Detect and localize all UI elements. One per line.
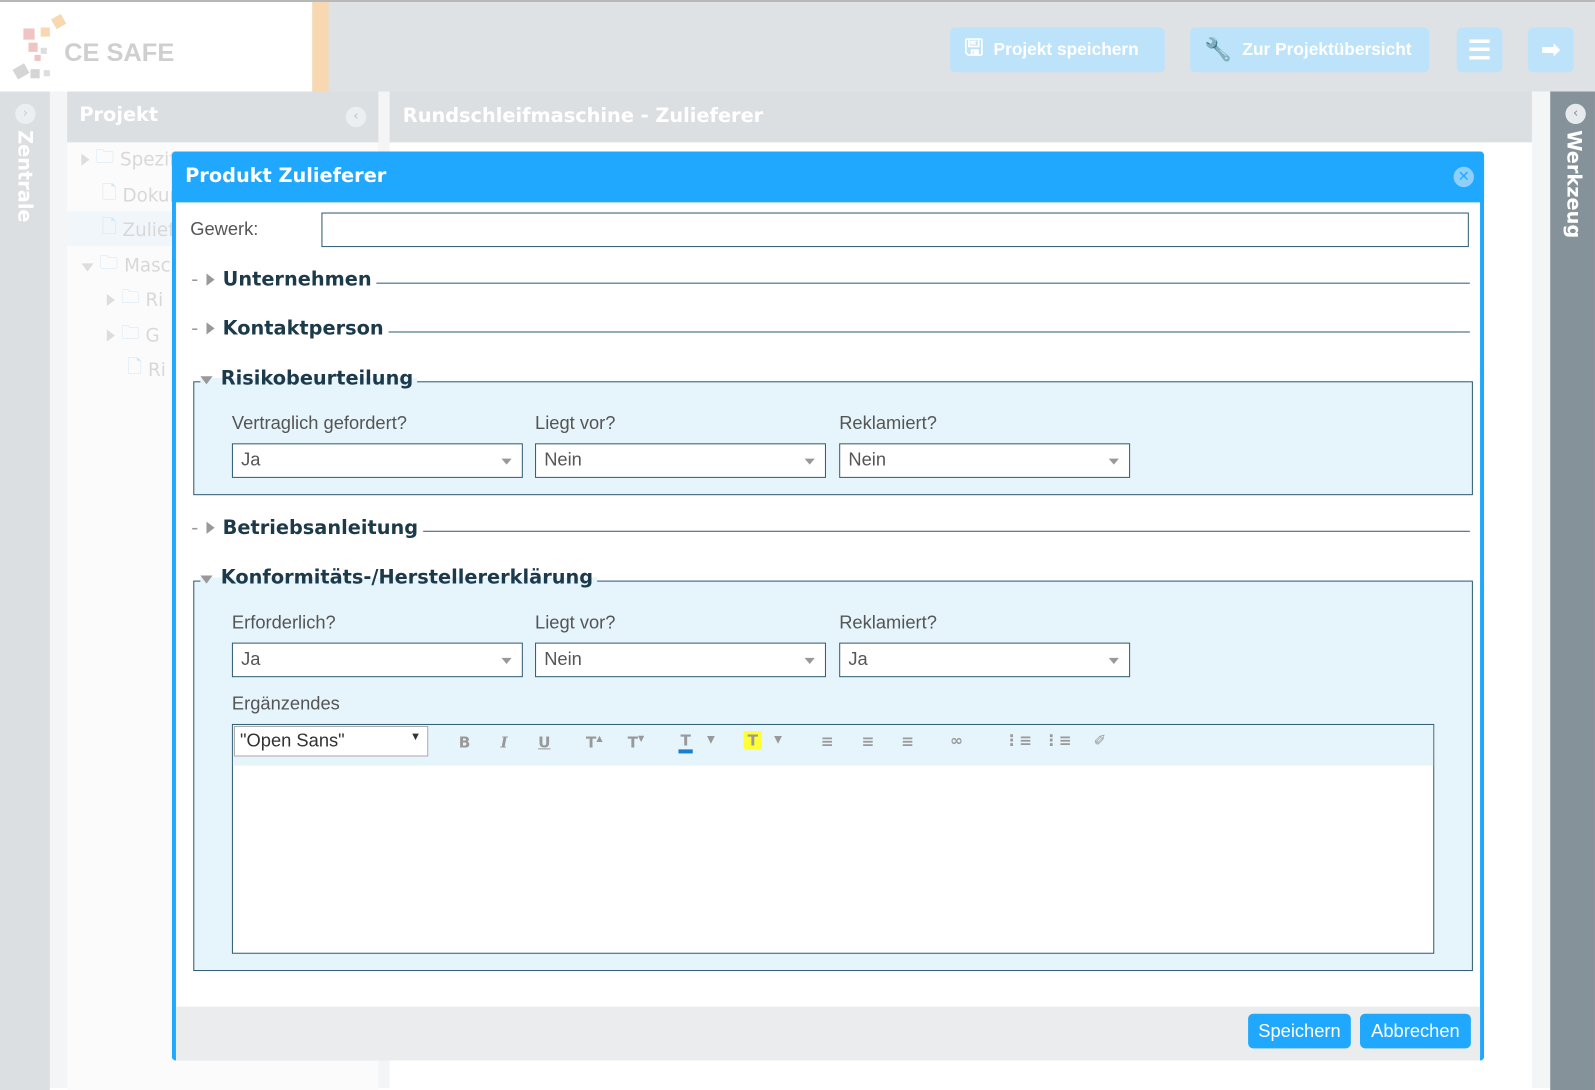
font-family-select[interactable]: "Open Sans" ▼ [233, 725, 429, 757]
editor-content[interactable] [233, 766, 1433, 953]
hamburger-icon: ☰ [1467, 34, 1492, 65]
superscript-icon[interactable]: T▲ [586, 733, 603, 751]
unordered-list-icon[interactable]: ⋮≡ [1044, 731, 1072, 749]
expand-arrow-icon[interactable] [206, 273, 215, 286]
tree-item[interactable]: 🗀 G [106, 320, 160, 351]
close-icon[interactable]: ✕ [1453, 166, 1474, 188]
section-unternehmen[interactable]: - Unternehmen [191, 268, 1470, 291]
right-sidebar-label: Werkzeug [1562, 130, 1585, 239]
bold-icon[interactable]: B [459, 733, 471, 751]
section-kontaktperson[interactable]: - Kontaktperson [191, 317, 1470, 340]
produkt-zulieferer-dialog: Produkt Zulieferer ✕ Gewerk: - Unternehme… [171, 151, 1485, 1061]
clear-format-icon[interactable]: ✐ [1093, 731, 1106, 749]
gewerk-input[interactable] [321, 212, 1469, 248]
project-panel-header: Projekt ‹ [67, 91, 379, 143]
expand-arrow-icon[interactable] [106, 329, 115, 342]
field-label: Reklamiert? [839, 612, 937, 633]
expand-arrow-icon[interactable] [206, 322, 215, 335]
collapse-arrow-icon[interactable] [200, 575, 213, 584]
align-left-icon[interactable]: ≡ [821, 732, 834, 750]
header-accent-stripe [312, 2, 329, 92]
folder-icon: 🗀 [95, 146, 114, 168]
chevron-down-icon[interactable]: ▼ [707, 734, 715, 745]
chevron-down-icon[interactable]: ▼ [774, 734, 782, 745]
menu-button[interactable]: ☰ [1456, 27, 1503, 73]
field-label: Liegt vor? [535, 612, 616, 633]
collapse-arrow-icon[interactable] [81, 263, 94, 272]
collapse-arrow-icon[interactable] [200, 376, 213, 385]
dialog-footer: Speichern Abbrechen [175, 1006, 1481, 1061]
expand-icon[interactable]: › [15, 103, 36, 125]
folder-icon: 🗀 [99, 252, 118, 274]
left-sidebar[interactable]: › Zentrale [0, 91, 50, 1090]
chevron-down-icon [804, 657, 815, 669]
vertraglich-gefordert-select[interactable]: Ja [231, 443, 523, 478]
fieldset-risikobeurteilung: Risikobeurteilung Vertraglich gefordert?… [193, 367, 1473, 496]
highlight-color-icon[interactable]: T [743, 731, 763, 750]
chevron-down-icon [804, 458, 815, 470]
rich-text-editor: "Open Sans" ▼ B I U T▲ T▼ T ▼ T ▼ ≡ ≡ ≡ ∞ ⋮… [231, 723, 1435, 954]
chevron-down-icon [1108, 458, 1119, 470]
tree-item[interactable]: 🗋 Ri [127, 355, 166, 386]
reklamiert-select[interactable]: Ja [839, 642, 1131, 678]
expand-arrow-icon[interactable] [206, 521, 215, 534]
app: CE SAFE 🖫 Projekt speichern 🔧 Zur Projektü… [0, 0, 1595, 1090]
speichern-button[interactable]: Speichern [1248, 1013, 1351, 1049]
align-right-icon[interactable]: ≡ [901, 732, 914, 750]
reklamiert-select[interactable]: Nein [839, 443, 1131, 478]
expand-arrow-icon[interactable] [106, 293, 115, 307]
folder-icon: 🗀 [121, 322, 140, 344]
file-icon: 🗋 [101, 182, 117, 204]
editor-toolbar: "Open Sans" ▼ B I U T▲ T▼ T ▼ T ▼ ≡ ≡ ≡ ∞ ⋮… [232, 724, 1434, 766]
dialog-title: Produkt Zulieferer [185, 164, 387, 188]
left-sidebar-label: Zentrale [13, 130, 36, 223]
ergaenzendes-label: Ergänzendes [231, 693, 340, 714]
logo[interactable]: CE SAFE [0, 2, 313, 92]
dialog-header: Produkt Zulieferer ✕ [171, 151, 1485, 203]
expand-arrow-icon[interactable] [81, 153, 90, 166]
file-icon: 🗋 [101, 216, 117, 238]
logout-button[interactable]: ➡ [1527, 27, 1574, 73]
risikobeurteilung-toggle[interactable]: Risikobeurteilung [200, 367, 418, 390]
collapse-icon[interactable]: ‹ [345, 106, 367, 128]
section-betriebsanleitung[interactable]: - Betriebsanleitung [191, 516, 1470, 539]
wrench-icon: 🔧 [1204, 36, 1233, 63]
floppy-disk-icon: 🖫 [964, 34, 984, 60]
text-color-icon[interactable]: T [678, 731, 693, 754]
gewerk-label: Gewerk: [190, 218, 259, 239]
erforderlich-select[interactable]: Ja [231, 642, 523, 678]
subscript-icon[interactable]: T▼ [628, 733, 645, 751]
italic-icon[interactable]: I [500, 733, 507, 751]
field-label: Vertraglich gefordert? [231, 412, 407, 434]
expand-icon[interactable]: ‹ [1565, 103, 1586, 125]
logo-text: CE SAFE [64, 38, 175, 68]
field-label: Liegt vor? [535, 412, 616, 434]
main-title: Rundschleifmaschine - Zulieferer [389, 91, 1532, 143]
ordered-list-icon[interactable]: ⋮≡ [1004, 731, 1032, 749]
link-icon[interactable]: ∞ [950, 731, 963, 749]
align-center-icon[interactable]: ≡ [862, 732, 875, 750]
field-label: Reklamiert? [839, 412, 937, 434]
liegt-vor-select[interactable]: Nein [535, 642, 826, 678]
file-icon: 🗋 [127, 356, 142, 379]
konformitaet-toggle[interactable]: Konformitäts-/Herstellererklärung [200, 566, 598, 589]
abbrechen-button[interactable]: Abbrechen [1359, 1013, 1471, 1049]
project-overview-button[interactable]: 🔧 Zur Projektübersicht [1190, 27, 1430, 73]
field-label: Erforderlich? [231, 612, 336, 633]
liegt-vor-select[interactable]: Nein [535, 443, 826, 478]
chevron-down-icon [501, 657, 512, 669]
tree-item[interactable]: 🗀 Ri [106, 285, 163, 316]
logout-icon: ➡ [1541, 36, 1561, 63]
chevron-down-icon [501, 458, 512, 470]
project-panel-title: Projekt [79, 103, 159, 127]
save-project-button[interactable]: 🖫 Projekt speichern [950, 27, 1165, 73]
chevron-down-icon [1108, 657, 1119, 669]
right-sidebar[interactable]: ‹ Werkzeug [1550, 91, 1595, 1090]
underline-icon[interactable]: U [538, 733, 550, 751]
folder-icon: 🗀 [121, 286, 140, 309]
fieldset-konformitaet: Konformitäts-/Herstellererklärung Erford… [193, 566, 1473, 972]
